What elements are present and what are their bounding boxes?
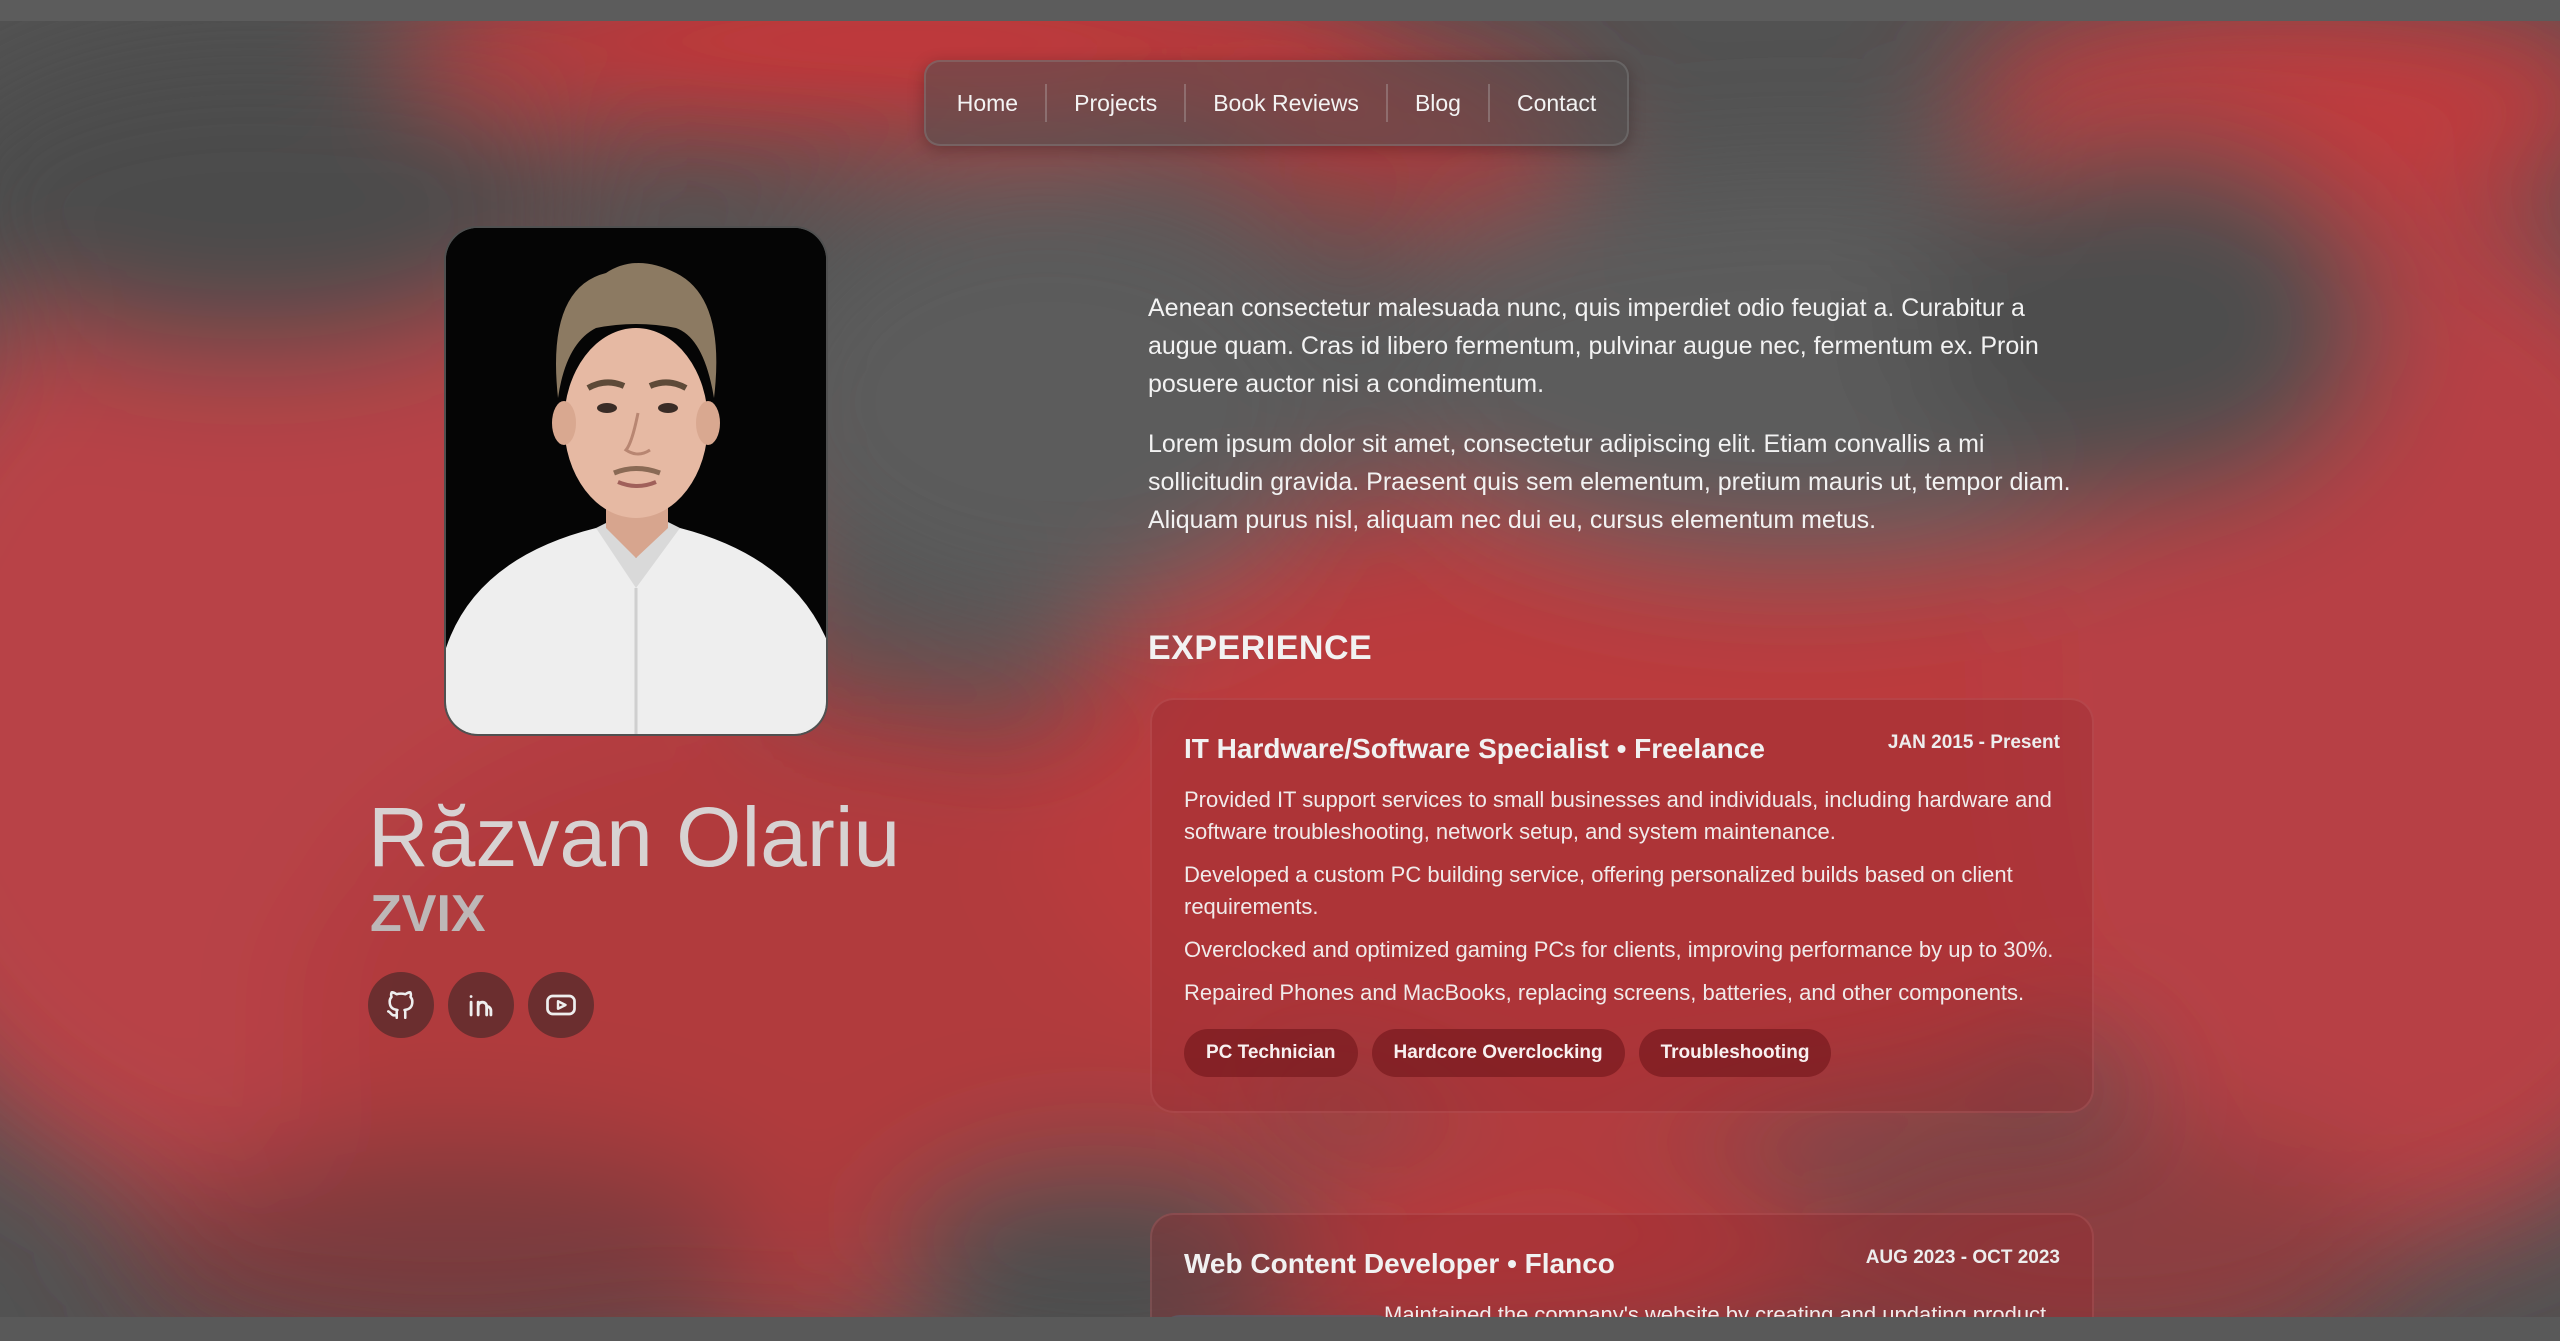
browser-bottom-bar — [0, 1317, 2560, 1341]
profile-name: Răzvan Olariu — [368, 790, 901, 884]
about-section: Aenean consectetur malesuada nunc, quis … — [1148, 289, 2088, 561]
skill-tag: Troubleshooting — [1638, 1029, 1832, 1077]
skill-tag: Hardcore Overclocking — [1371, 1029, 1625, 1077]
youtube-link[interactable] — [528, 972, 594, 1038]
nav-contact-link[interactable]: Contact — [1490, 84, 1623, 122]
youtube-icon — [546, 994, 576, 1016]
job-title: Web Content Developer • Flanco — [1184, 1248, 1615, 1279]
job-duties: Provided IT support services to small bu… — [1184, 784, 2060, 1009]
experience-heading: EXPERIENCE — [1148, 629, 1373, 667]
linkedin-icon — [469, 995, 493, 1017]
nav-projects-link[interactable]: Projects — [1047, 84, 1187, 122]
linkedin-link[interactable] — [448, 972, 514, 1038]
job-date: JAN 2015 - Present — [1887, 732, 2060, 753]
about-paragraph: Aenean consectetur malesuada nunc, quis … — [1148, 294, 2039, 398]
nav-book-reviews-link[interactable]: Book Reviews — [1186, 84, 1388, 122]
job-duty: Developed a custom PC building service, … — [1184, 862, 2013, 919]
profile-photo — [444, 226, 828, 736]
main-navigation: Home Projects Book Reviews Blog Contact — [924, 60, 1629, 146]
social-links — [368, 972, 594, 1038]
profile-portrait-illustration — [446, 228, 826, 734]
profile-alias: ZVIX — [370, 885, 486, 943]
github-icon — [386, 991, 414, 1020]
nav-home-link[interactable]: Home — [930, 84, 1048, 122]
job-duty: Overclocked and optimized gaming PCs for… — [1184, 937, 2054, 962]
experience-card: IT Hardware/Software Specialist • Freela… — [1150, 698, 2094, 1113]
github-link[interactable] — [368, 972, 434, 1038]
skill-tags: PC Technician Hardcore Overclocking Trou… — [1184, 1029, 2060, 1077]
gradient-background — [0, 21, 2560, 1317]
experience-card: Web Content Developer • Flanco AUG 2023 … — [1150, 1213, 2094, 1317]
job-title: IT Hardware/Software Specialist • Freela… — [1184, 733, 1765, 764]
nav-blog-link[interactable]: Blog — [1388, 84, 1490, 122]
about-paragraph: Lorem ipsum dolor sit amet, consectetur … — [1148, 430, 2071, 534]
job-duty: Repaired Phones and MacBooks, replacing … — [1184, 980, 2025, 1005]
job-duty: Provided IT support services to small bu… — [1184, 787, 2052, 844]
skill-tag: PC Technician — [1184, 1029, 1358, 1077]
job-date: AUG 2023 - OCT 2023 — [1865, 1247, 2060, 1268]
page-viewport[interactable]: Home Projects Book Reviews Blog Contact — [0, 21, 2560, 1317]
browser-top-bar — [0, 0, 2560, 21]
